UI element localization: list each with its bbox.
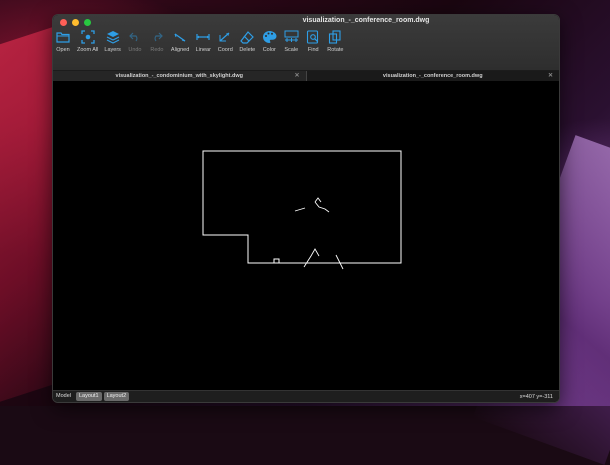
title-bar: visualization_-_conference_room.dwg Open… <box>53 15 559 71</box>
open-button[interactable]: Open <box>55 29 71 53</box>
palette-icon <box>261 29 277 45</box>
zoom-all-button[interactable]: Zoom All <box>77 29 98 53</box>
floor-plan-drawing <box>202 150 402 270</box>
cursor-coordinates: x=407 y=-311 <box>519 393 553 400</box>
linear-button[interactable]: Linear <box>195 29 211 53</box>
rotate-icon <box>327 29 343 45</box>
door-swing <box>335 254 344 270</box>
status-bar: Model Layout1 Layout2 x=407 y=-311 <box>53 390 559 402</box>
coord-button[interactable]: Coord <box>217 29 233 53</box>
layout-tab-model[interactable]: Model <box>53 392 74 401</box>
furniture-detail <box>294 201 330 213</box>
find-button[interactable]: Find <box>305 29 321 53</box>
undo-icon <box>127 29 143 45</box>
furniture-detail <box>314 197 322 203</box>
room-outline <box>202 150 402 264</box>
aligned-button[interactable]: Aligned <box>171 29 189 53</box>
tab-condominium[interactable]: visualization_-_condominium_with_skyligh… <box>53 71 306 81</box>
zoom-extents-icon <box>80 29 96 45</box>
scale-icon <box>283 29 299 45</box>
window-title: visualization_-_conference_room.dwg <box>302 17 430 24</box>
layers-button[interactable]: Layers <box>104 29 121 53</box>
drawing-canvas[interactable] <box>53 81 559 391</box>
coordinate-icon <box>217 29 233 45</box>
color-button[interactable]: Color <box>261 29 277 53</box>
app-window: visualization_-_conference_room.dwg Open… <box>52 14 560 403</box>
aligned-dimension-icon <box>172 29 188 45</box>
layout-tab-layout1[interactable]: Layout1 <box>75 392 102 401</box>
layout-tab-layout2[interactable]: Layout2 <box>103 392 130 401</box>
tab-conference-room[interactable]: visualization_-_conference_room.dwg ✕ <box>305 71 559 81</box>
toolbar: Open Zoom All Layers Undo Redo Aligned L… <box>55 29 350 53</box>
linear-dimension-icon <box>195 29 211 45</box>
scale-button[interactable]: Scale <box>283 29 299 53</box>
close-tab-icon[interactable]: ✕ <box>548 71 553 81</box>
find-icon <box>305 29 321 45</box>
undo-button[interactable]: Undo <box>127 29 143 53</box>
door-swing <box>303 248 320 268</box>
redo-button[interactable]: Redo <box>149 29 165 53</box>
rotate-button[interactable]: Rotate <box>327 29 344 53</box>
redo-icon <box>149 29 165 45</box>
delete-button[interactable]: Delete <box>239 29 255 53</box>
eraser-icon <box>239 29 255 45</box>
folder-icon <box>55 29 71 45</box>
layers-icon <box>105 29 121 45</box>
close-tab-icon[interactable]: ✕ <box>294 71 299 81</box>
